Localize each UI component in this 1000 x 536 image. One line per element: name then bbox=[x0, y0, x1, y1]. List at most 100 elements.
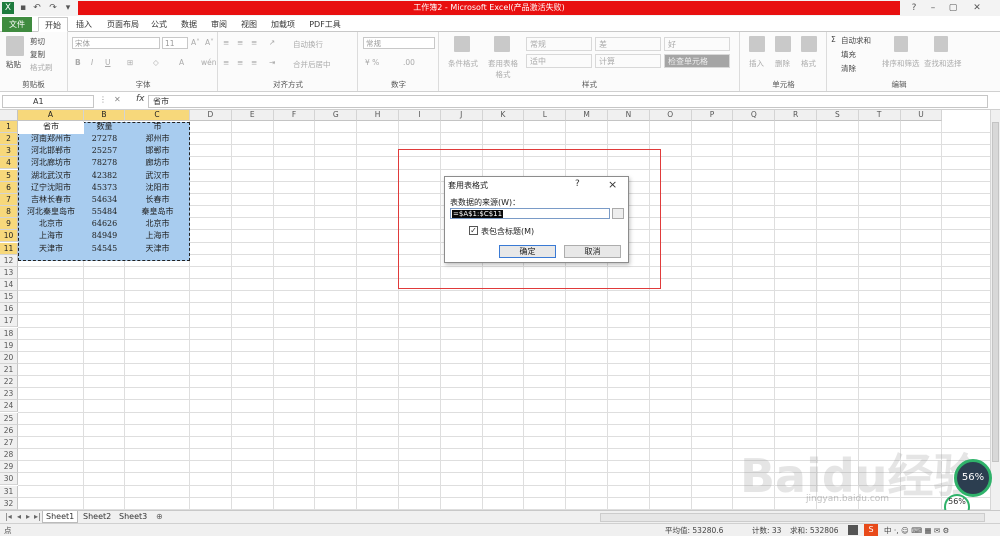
cell-A2[interactable]: 河南郑州市 bbox=[18, 133, 84, 145]
row-header-11[interactable]: 11 bbox=[0, 242, 18, 255]
restore-icon[interactable]: ▢ bbox=[946, 2, 960, 14]
cut-button[interactable]: 剪切 bbox=[30, 36, 45, 47]
cell-B3[interactable]: 25257 bbox=[84, 145, 125, 157]
tab-formulas[interactable]: 公式 bbox=[146, 17, 172, 32]
table-format-icon[interactable] bbox=[494, 36, 510, 52]
table-format-button[interactable]: 套用表格格式 bbox=[485, 58, 521, 80]
row-header-29[interactable]: 29 bbox=[0, 461, 18, 474]
sheet-nav-first-icon[interactable]: |◂ bbox=[2, 511, 15, 523]
align-left-icon[interactable]: ≡ bbox=[223, 58, 229, 67]
minimize-icon[interactable]: – bbox=[926, 2, 940, 14]
row-header-19[interactable]: 19 bbox=[0, 339, 18, 352]
select-all-corner[interactable] bbox=[0, 110, 18, 121]
source-range-input[interactable]: =$A$1:$C$11 bbox=[450, 208, 610, 219]
tab-home[interactable]: 开始 bbox=[38, 17, 68, 32]
fill-color-icon[interactable]: ◇ bbox=[153, 58, 159, 67]
fill-button[interactable]: 填充 bbox=[841, 49, 856, 60]
collapse-dialog-icon[interactable] bbox=[612, 208, 624, 219]
column-header-S[interactable]: S bbox=[817, 110, 859, 121]
has-headers-checkbox[interactable]: ✓ bbox=[469, 226, 478, 235]
cell-C1[interactable]: 市 bbox=[125, 121, 190, 133]
cell-C10[interactable]: 上海市 bbox=[125, 230, 190, 242]
cell-B5[interactable]: 42382 bbox=[84, 170, 125, 182]
column-header-R[interactable]: R bbox=[775, 110, 817, 121]
column-header-D[interactable]: D bbox=[190, 110, 232, 121]
column-header-J[interactable]: J bbox=[440, 110, 483, 121]
column-header-O[interactable]: O bbox=[649, 110, 692, 121]
style-good[interactable]: 好 bbox=[664, 37, 730, 51]
row-header-7[interactable]: 7 bbox=[0, 193, 18, 206]
row-header-2[interactable]: 2 bbox=[0, 133, 18, 146]
style-check-cell[interactable]: 检查单元格 bbox=[664, 54, 730, 68]
cell-B2[interactable]: 27278 bbox=[84, 133, 125, 145]
column-header-U[interactable]: U bbox=[900, 110, 943, 121]
tab-addins[interactable]: 加载项 bbox=[266, 17, 300, 32]
horizontal-scrollbar[interactable] bbox=[600, 513, 985, 522]
cell-A6[interactable]: 辽宁沈阳市 bbox=[18, 182, 84, 194]
dialog-help-icon[interactable]: ? bbox=[575, 179, 580, 189]
row-header-24[interactable]: 24 bbox=[0, 400, 18, 413]
cell-A5[interactable]: 湖北武汉市 bbox=[18, 170, 84, 182]
row-header-15[interactable]: 15 bbox=[0, 291, 18, 304]
row-header-12[interactable]: 12 bbox=[0, 254, 18, 267]
paste-button[interactable]: 粘贴 bbox=[6, 59, 21, 70]
autosum-button[interactable]: 自动求和 bbox=[841, 35, 871, 46]
row-header-18[interactable]: 18 bbox=[0, 327, 18, 340]
cell-B8[interactable]: 55484 bbox=[84, 206, 125, 218]
font-color-icon[interactable]: A bbox=[179, 58, 184, 67]
cancel-button[interactable]: 取消 bbox=[564, 245, 621, 258]
cell-A4[interactable]: 河北廊坊市 bbox=[18, 157, 84, 169]
style-bad[interactable]: 差 bbox=[595, 37, 661, 51]
cancel-entry-icon[interactable]: ✕ bbox=[114, 95, 121, 104]
font-size-select[interactable]: 11 bbox=[162, 37, 188, 49]
currency-icon[interactable]: ¥ % bbox=[365, 58, 379, 67]
cell-B6[interactable]: 45373 bbox=[84, 182, 125, 194]
cell-A10[interactable]: 上海市 bbox=[18, 230, 84, 242]
row-header-3[interactable]: 3 bbox=[0, 145, 18, 158]
column-header-I[interactable]: I bbox=[399, 110, 441, 121]
column-header-E[interactable]: E bbox=[231, 110, 274, 121]
phonetic-icon[interactable]: wén bbox=[201, 58, 217, 67]
row-header-16[interactable]: 16 bbox=[0, 303, 18, 316]
delete-cells-button[interactable]: 删除 bbox=[775, 58, 790, 69]
tab-view[interactable]: 视图 bbox=[236, 17, 262, 32]
decimal-icon[interactable]: .00 bbox=[403, 58, 415, 67]
column-header-H[interactable]: H bbox=[357, 110, 399, 121]
insert-function-icon[interactable]: fx bbox=[136, 94, 145, 104]
cell-A3[interactable]: 河北邯郸市 bbox=[18, 145, 84, 157]
row-header-6[interactable]: 6 bbox=[0, 181, 18, 194]
align-bottom-icon[interactable]: ≡ bbox=[251, 38, 257, 47]
cell-A11[interactable]: 天津市 bbox=[18, 243, 84, 255]
orientation-icon[interactable]: ↗ bbox=[269, 38, 275, 47]
cell-A7[interactable]: 吉林长春市 bbox=[18, 194, 84, 206]
ok-button[interactable]: 确定 bbox=[499, 245, 556, 258]
column-header-K[interactable]: K bbox=[482, 110, 525, 121]
number-format-select[interactable]: 常规 bbox=[363, 37, 435, 49]
align-right-icon[interactable]: ≡ bbox=[251, 58, 257, 67]
column-header-L[interactable]: L bbox=[524, 110, 567, 121]
cell-B9[interactable]: 64626 bbox=[84, 218, 125, 230]
has-headers-label[interactable]: 表包含标题(M) bbox=[481, 226, 534, 237]
dialog-close-icon[interactable]: × bbox=[608, 178, 617, 191]
column-header-A[interactable]: A bbox=[18, 110, 84, 121]
sogou-ime-icon[interactable]: S bbox=[864, 524, 878, 536]
conditional-format-button[interactable]: 条件格式 bbox=[448, 58, 478, 69]
row-header-9[interactable]: 9 bbox=[0, 218, 18, 231]
row-header-25[interactable]: 25 bbox=[0, 412, 18, 425]
find-select-icon[interactable] bbox=[934, 36, 948, 52]
row-header-23[interactable]: 23 bbox=[0, 388, 18, 401]
cell-B1[interactable]: 数量 bbox=[84, 121, 125, 133]
italic-icon[interactable]: I bbox=[91, 58, 93, 67]
conditional-format-icon[interactable] bbox=[454, 36, 470, 52]
save-icon[interactable]: ▪ bbox=[17, 2, 29, 14]
cell-C7[interactable]: 长春市 bbox=[125, 194, 190, 206]
name-box[interactable]: A1 bbox=[2, 95, 94, 108]
tab-pdf-tools[interactable]: PDF工具 bbox=[305, 17, 345, 32]
row-header-4[interactable]: 4 bbox=[0, 157, 18, 170]
ime-tray-icons[interactable]: 中 ·, ☺ ⌨ ▦ ✉ ⚙ bbox=[884, 525, 949, 536]
cell-A1[interactable]: 省市 bbox=[18, 121, 84, 133]
row-header-14[interactable]: 14 bbox=[0, 278, 18, 291]
format-cells-button[interactable]: 格式 bbox=[801, 58, 816, 69]
cell-B7[interactable]: 54634 bbox=[84, 194, 125, 206]
column-header-M[interactable]: M bbox=[566, 110, 608, 121]
